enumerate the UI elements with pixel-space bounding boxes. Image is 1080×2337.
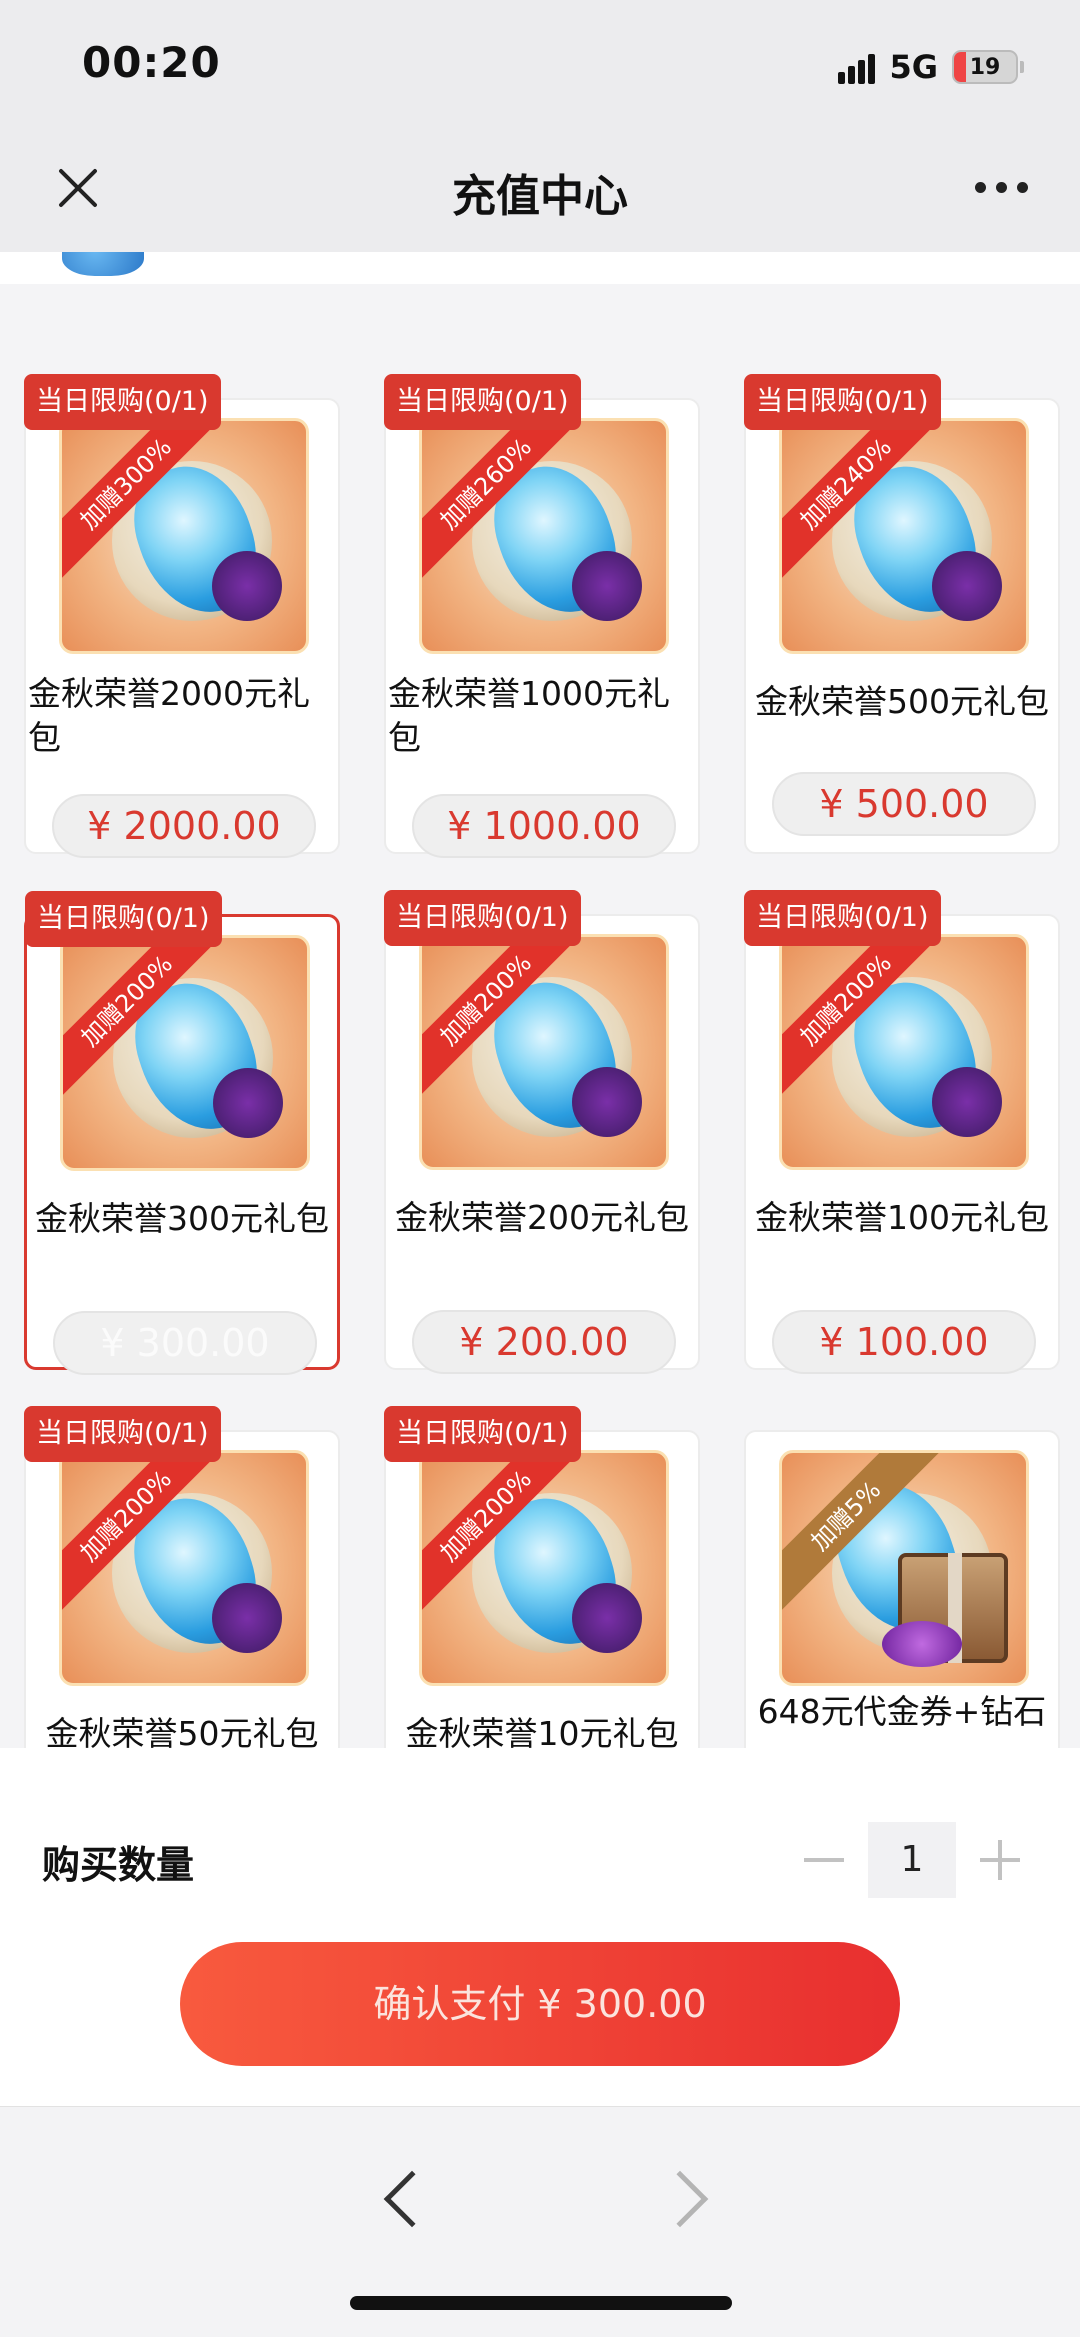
top-banner-strip (0, 252, 1080, 284)
page-title: 充值中心 (452, 171, 628, 222)
product-card[interactable]: 加赠300% 当日限购(0/1) 金秋荣誉2000元礼包 ¥ 2000.00 (24, 374, 340, 858)
network-type: 5G (889, 48, 938, 86)
price-button[interactable]: ¥ 2000.00 (52, 794, 316, 858)
product-name: 金秋荣誉100元礼包 (755, 1198, 1049, 1237)
home-indicator[interactable] (350, 2296, 732, 2310)
price-button[interactable]: ¥ 100.00 (772, 1310, 1036, 1374)
product-name: 648元代金券+钻石 (757, 1692, 1047, 1731)
product-image: 加赠200% (59, 1450, 309, 1686)
purchase-limit-badge: 当日限购(0/1) (24, 1406, 221, 1462)
back-icon[interactable] (383, 2170, 441, 2228)
checkout-panel: 购买数量 1 确认支付 ¥ 300.00 (0, 1748, 1080, 2106)
product-card[interactable]: 加赠200% 当日限购(0/1) 金秋荣誉100元礼包 ¥ 100.00 (744, 890, 1060, 1374)
status-icons: 5G 19 (838, 48, 1024, 86)
forward-icon[interactable] (651, 2170, 709, 2228)
product-name: 金秋荣誉1000元礼包 (388, 674, 670, 757)
banner-art (62, 252, 144, 276)
minus-icon[interactable] (804, 1858, 844, 1862)
battery-cap (1020, 61, 1024, 73)
price-button[interactable]: ¥ 500.00 (772, 772, 1036, 836)
product-card[interactable]: 加赠260% 当日限购(0/1) 金秋荣誉1000元礼包 ¥ 1000.00 (384, 374, 700, 858)
price-button[interactable]: ¥ 200.00 (412, 1310, 676, 1374)
product-name: 金秋荣誉200元礼包 (395, 1198, 689, 1237)
product-image: 加赠240% (779, 418, 1029, 654)
signal-icon (838, 50, 876, 84)
purchase-limit-badge: 当日限购(0/1) (24, 374, 221, 430)
product-image: 加赠260% (419, 418, 669, 654)
purchase-limit-badge: 当日限购(0/1) (384, 890, 581, 946)
product-card[interactable]: 加赠200% 当日限购(0/1) 金秋荣誉50元礼包 (24, 1406, 340, 1748)
quantity-value[interactable]: 1 (868, 1822, 956, 1898)
battery-percent: 19 (969, 54, 1001, 80)
product-name: 金秋荣誉500元礼包 (755, 682, 1049, 721)
product-name: 金秋荣誉50元礼包 (45, 1714, 319, 1748)
product-card[interactable]: 加赠240% 当日限购(0/1) 金秋荣誉500元礼包 ¥ 500.00 (744, 374, 1060, 854)
product-card[interactable]: 加赠5% 648元代金券+钻石 (744, 1430, 1060, 1748)
product-image: 加赠200% (419, 934, 669, 1170)
product-grid: 加赠300% 当日限购(0/1) 金秋荣誉2000元礼包 ¥ 2000.00 加… (0, 284, 1080, 1748)
confirm-pay-button[interactable]: 确认支付 ¥ 300.00 (180, 1942, 900, 2066)
price-button[interactable]: ¥ 1000.00 (412, 794, 676, 858)
purchase-limit-badge: 当日限购(0/1) (744, 890, 941, 946)
purchase-limit-badge: 当日限购(0/1) (25, 891, 222, 947)
product-image: 加赠300% (59, 418, 309, 654)
product-image: 加赠200% (779, 934, 1029, 1170)
product-card[interactable]: 加赠200% 当日限购(0/1) 金秋荣誉10元礼包 (384, 1406, 700, 1748)
purchase-limit-badge: 当日限购(0/1) (744, 374, 941, 430)
product-card[interactable]: 加赠200% 当日限购(0/1) 金秋荣誉200元礼包 ¥ 200.00 (384, 890, 700, 1374)
quantity-label: 购买数量 (42, 1843, 195, 1887)
battery-level (954, 52, 966, 82)
product-image: 加赠200% (60, 935, 310, 1171)
product-name: 金秋荣誉300元礼包 (35, 1199, 329, 1238)
status-time: 00:20 (82, 38, 221, 87)
product-name: 金秋荣誉10元礼包 (405, 1714, 679, 1748)
purchase-limit-badge: 当日限购(0/1) (384, 1406, 581, 1462)
gems-icon (882, 1621, 962, 1667)
purchase-limit-badge: 当日限购(0/1) (384, 374, 581, 430)
top-bar: 00:20 5G 19 充值中心 (0, 0, 1080, 252)
product-card-selected[interactable]: 加赠200% 当日限购(0/1) 金秋荣誉300元礼包 ¥ 300.00 (24, 891, 340, 1375)
product-image: 加赠200% (419, 1450, 669, 1686)
product-image: 加赠5% (779, 1450, 1029, 1686)
more-options-icon[interactable] (975, 182, 1028, 193)
plus-icon[interactable] (980, 1840, 1020, 1880)
product-name: 金秋荣誉2000元礼包 (28, 674, 310, 757)
battery-icon: 19 (952, 50, 1018, 84)
price-button[interactable]: ¥ 300.00 (53, 1311, 317, 1375)
